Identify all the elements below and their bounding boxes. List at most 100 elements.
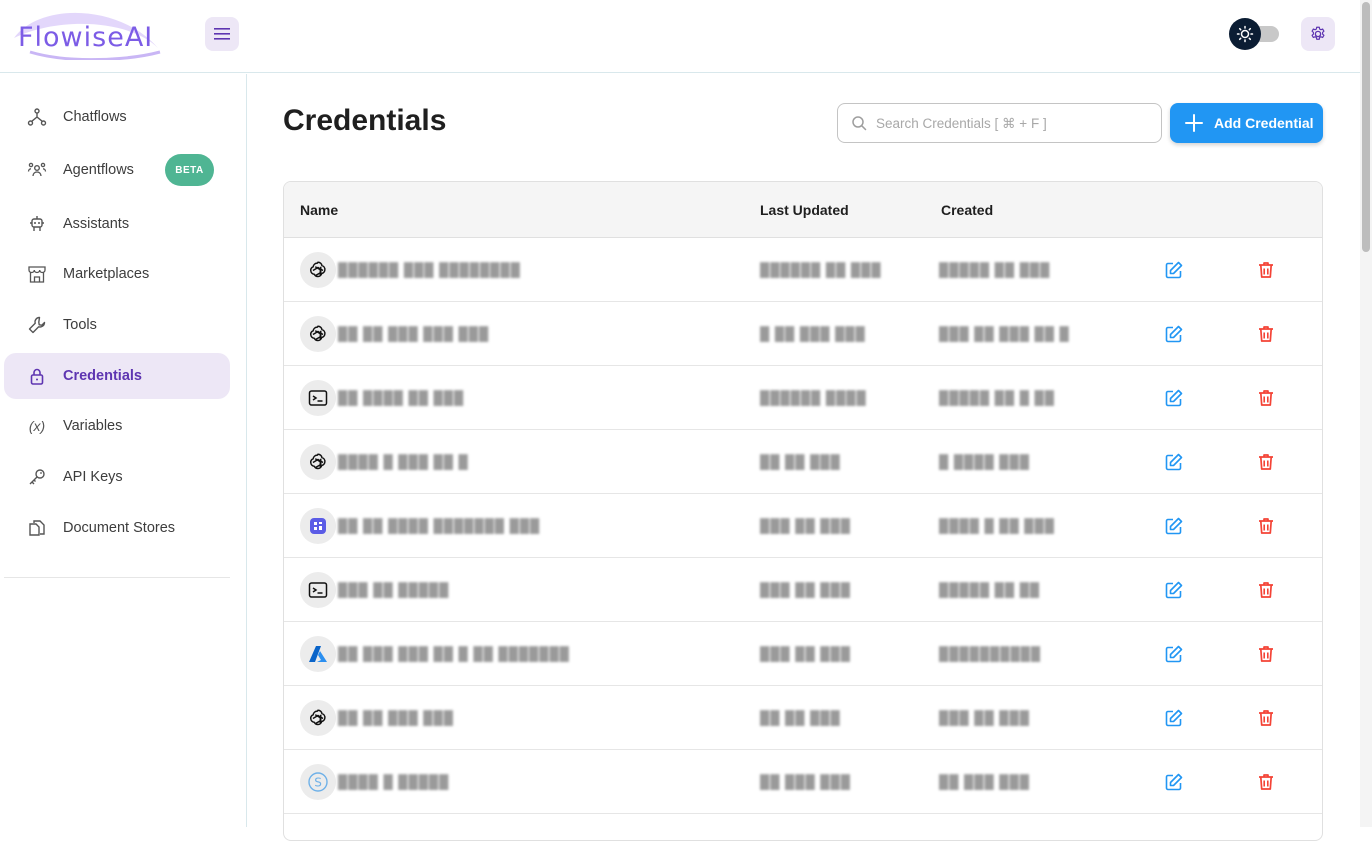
openai-icon bbox=[300, 444, 336, 480]
delete-button[interactable] bbox=[1254, 450, 1278, 474]
variable-icon: (x) bbox=[28, 418, 46, 434]
sidebar-item-api-keys[interactable]: API Keys bbox=[4, 454, 230, 500]
edit-button[interactable] bbox=[1162, 514, 1186, 538]
credentials-table: Name Last Updated Created ██████ ███ ███… bbox=[283, 181, 1323, 841]
robot-icon bbox=[26, 213, 48, 235]
page-title: Credentials bbox=[283, 104, 447, 137]
delete-button[interactable] bbox=[1254, 706, 1278, 730]
sidebar-item-credentials[interactable]: Credentials bbox=[4, 353, 230, 399]
table-row[interactable]: ██ ██ ███ ███ ███ █ ██ ███ ███ ███ ██ ███ … bbox=[284, 302, 1322, 366]
delete-button[interactable] bbox=[1254, 578, 1278, 602]
table-row[interactable]: ██████ ███ ████████ ██████ ██ ███ █████ ██… bbox=[284, 238, 1322, 302]
edit-button[interactable] bbox=[1162, 322, 1186, 346]
credential-name: ███ ██ █████ bbox=[338, 582, 450, 597]
sidebar-item-label: Tools bbox=[63, 317, 97, 333]
credential-created: █████ ██ ██ bbox=[939, 582, 1041, 597]
table-row[interactable]: ████ █ ███ ██ █ ██ ██ ███ █ ████ ███ bbox=[284, 430, 1322, 494]
edit-icon bbox=[1165, 709, 1183, 727]
delete-button[interactable] bbox=[1254, 386, 1278, 410]
sidebar-item-marketplaces[interactable]: Marketplaces bbox=[4, 251, 230, 297]
search-icon bbox=[852, 116, 867, 131]
table-row[interactable]: ██ ██ ███ ███ ██ ██ ███ ███ ██ ███ bbox=[284, 686, 1322, 750]
edit-icon bbox=[1165, 261, 1183, 279]
table-header: Name Last Updated Created bbox=[284, 182, 1322, 238]
key-icon bbox=[26, 466, 48, 488]
sidebar: Chatflows Agentflows BETA Assistants Mar… bbox=[0, 74, 247, 827]
delete-button[interactable] bbox=[1254, 514, 1278, 538]
terminal-icon bbox=[300, 572, 336, 608]
sidebar-item-label: Agentflows bbox=[63, 162, 134, 178]
openai-icon bbox=[300, 252, 336, 288]
edit-icon bbox=[1165, 517, 1183, 535]
delete-button[interactable] bbox=[1254, 322, 1278, 346]
credential-name: ██ ██ ███ ███ bbox=[338, 710, 454, 725]
settings-button[interactable] bbox=[1301, 17, 1335, 51]
wrench-icon bbox=[26, 314, 48, 336]
table-row[interactable]: ██ ██ ████ ███████ ███ ███ ██ ███ ████ █ █… bbox=[284, 494, 1322, 558]
credential-name: ██ ██ ████ ███████ ███ bbox=[338, 518, 541, 533]
trash-icon bbox=[1259, 326, 1273, 342]
page-scrollbar[interactable] bbox=[1360, 0, 1372, 827]
edit-icon bbox=[1165, 645, 1183, 663]
credential-last-updated: ███ ██ ███ bbox=[760, 646, 851, 661]
logo-text: FlowiseAI bbox=[18, 22, 154, 53]
column-header-created[interactable]: Created bbox=[941, 202, 993, 218]
azure-icon bbox=[300, 636, 336, 672]
edit-icon bbox=[1165, 325, 1183, 343]
trash-icon bbox=[1259, 518, 1273, 534]
table-row[interactable]: ██ ████ ██ ███ ██████ ████ █████ ██ █ ██ bbox=[284, 366, 1322, 430]
edit-icon bbox=[1165, 453, 1183, 471]
edit-button[interactable] bbox=[1162, 450, 1186, 474]
search-input[interactable] bbox=[876, 113, 1146, 133]
sidebar-item-agentflows[interactable]: Agentflows BETA bbox=[4, 147, 230, 193]
delete-button[interactable] bbox=[1254, 642, 1278, 666]
sidebar-item-document-stores[interactable]: Document Stores bbox=[4, 505, 230, 551]
credential-created: █████ ██ ███ bbox=[939, 262, 1051, 277]
credential-last-updated: ██████ ████ bbox=[760, 390, 867, 405]
credential-name: ████ █ █████ bbox=[338, 774, 450, 789]
credential-name: ██ ████ ██ ███ bbox=[338, 390, 465, 405]
credential-name: ██ ███ ███ ██ █ ██ ███████ bbox=[338, 646, 570, 661]
edit-icon bbox=[1165, 389, 1183, 407]
sidebar-item-label: Document Stores bbox=[63, 520, 176, 536]
add-credential-label: Add Credential bbox=[1214, 115, 1314, 131]
credential-last-updated: █ ██ ███ ███ bbox=[760, 326, 866, 341]
dark-mode-toggle[interactable] bbox=[1229, 18, 1279, 50]
credential-name: ██████ ███ ████████ bbox=[338, 262, 521, 277]
edit-button[interactable] bbox=[1162, 706, 1186, 730]
trash-icon bbox=[1259, 262, 1273, 278]
edit-button[interactable] bbox=[1162, 770, 1186, 794]
credential-last-updated: ███ ██ ███ bbox=[760, 582, 851, 597]
search-box[interactable] bbox=[837, 103, 1162, 143]
svg-text:S: S bbox=[314, 776, 322, 790]
edit-button[interactable] bbox=[1162, 578, 1186, 602]
scrollbar-thumb[interactable] bbox=[1362, 2, 1370, 252]
flowise-logo[interactable]: FlowiseAI bbox=[10, 8, 162, 62]
table-row[interactable]: ██ ███ ███ ██ █ ██ ███████ ███ ██ ███ ████… bbox=[284, 622, 1322, 686]
credential-created: █████ ██ █ ██ bbox=[939, 390, 1055, 405]
menu-toggle-button[interactable] bbox=[205, 17, 239, 51]
column-header-name[interactable]: Name bbox=[300, 202, 338, 218]
table-row[interactable]: ███ ██ █████ ███ ██ ███ █████ ██ ██ bbox=[284, 558, 1322, 622]
credential-last-updated: ██ ███ ███ bbox=[760, 774, 851, 789]
sidebar-item-chatflows[interactable]: Chatflows bbox=[4, 94, 230, 140]
edit-button[interactable] bbox=[1162, 386, 1186, 410]
hierarchy-icon bbox=[26, 106, 48, 128]
add-credential-button[interactable]: Add Credential bbox=[1170, 103, 1323, 143]
edit-button[interactable] bbox=[1162, 258, 1186, 282]
column-header-last-updated[interactable]: Last Updated bbox=[760, 202, 849, 218]
openai-icon bbox=[300, 700, 336, 736]
hamburger-icon bbox=[214, 28, 230, 40]
edit-button[interactable] bbox=[1162, 642, 1186, 666]
storefront-icon bbox=[26, 263, 48, 285]
plus-icon bbox=[1185, 114, 1203, 132]
terminal-icon bbox=[300, 380, 336, 416]
sidebar-item-assistants[interactable]: Assistants bbox=[4, 201, 230, 247]
credential-last-updated: ██████ ██ ███ bbox=[760, 262, 882, 277]
sidebar-item-tools[interactable]: Tools bbox=[4, 302, 230, 348]
delete-button[interactable] bbox=[1254, 258, 1278, 282]
credential-name: ██ ██ ███ ███ ███ bbox=[338, 326, 490, 341]
delete-button[interactable] bbox=[1254, 770, 1278, 794]
table-row[interactable]: S ████ █ █████ ██ ███ ███ ██ ███ ███ bbox=[284, 750, 1322, 814]
sidebar-item-variables[interactable]: (x) Variables bbox=[4, 403, 230, 449]
